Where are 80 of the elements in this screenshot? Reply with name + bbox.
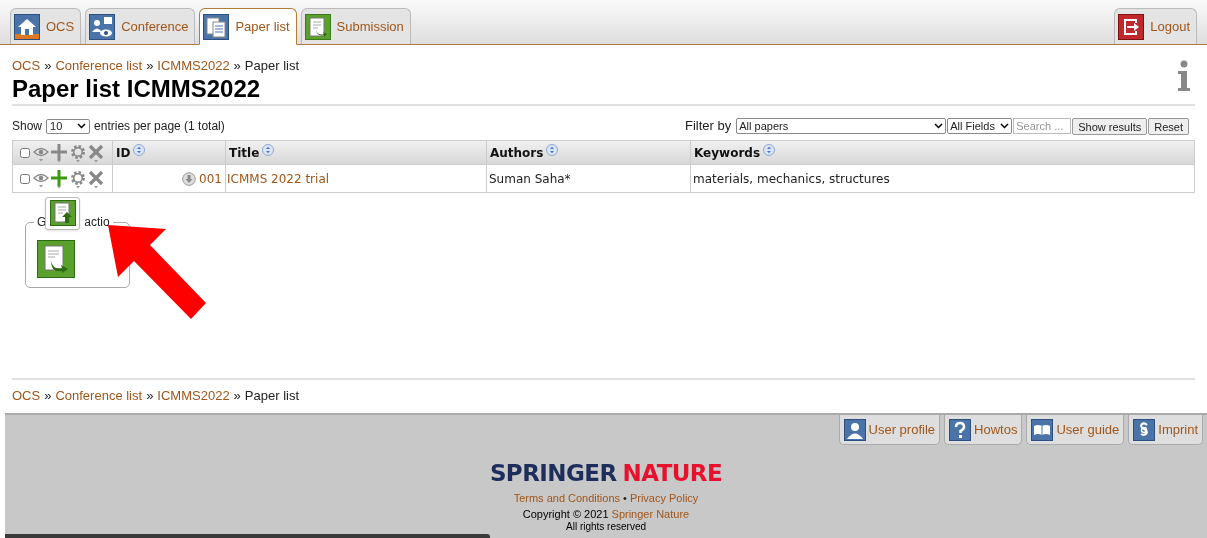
breadcrumb-link[interactable]: OCS: [12, 388, 41, 404]
sort-icon: [763, 144, 776, 156]
column-label: ID: [116, 145, 131, 162]
gear-icon: [69, 168, 87, 189]
filter-label: Filter by: [685, 117, 732, 136]
paper-filter-select[interactable]: All papers: [736, 118, 947, 134]
open-book-icon: [1031, 418, 1054, 441]
table-cell-text: Suman Saha*: [489, 170, 571, 188]
entries-label: entries per page (1 total): [94, 118, 225, 135]
breadcrumb-link[interactable]: ICMMS2022: [157, 58, 230, 74]
footer-link[interactable]: Springer Nature: [611, 507, 690, 521]
section-sign-icon: [1133, 418, 1156, 441]
brand-name: NATURE: [622, 459, 723, 487]
chevron-down-icon: [1000, 123, 1010, 129]
legend-text: G: [37, 214, 47, 230]
tab[interactable]: Paper list: [199, 8, 297, 45]
column-label: Keywords: [694, 145, 761, 162]
tab[interactable]: Conference: [85, 8, 196, 44]
table-header-cell[interactable]: Authors: [487, 141, 691, 164]
close-icon: [88, 142, 104, 163]
breadcrumb-separator: »: [233, 388, 241, 404]
breadcrumb-current: Paper list: [244, 58, 300, 74]
document-list-icon: [203, 13, 230, 40]
sort-icon: [133, 144, 146, 156]
breadcrumb-separator: »: [44, 58, 52, 74]
question-mark-icon: [949, 418, 972, 441]
column-label: Title: [229, 145, 260, 162]
breadcrumb-current: Paper list: [244, 388, 300, 404]
column-label: Authors: [490, 145, 544, 162]
footer-tab[interactable]: Howtos: [944, 415, 1023, 445]
house-icon: [14, 13, 40, 40]
breadcrumb-separator: »: [146, 388, 154, 404]
footer-link[interactable]: Terms and Conditions: [513, 491, 621, 505]
person-screen-icon: [89, 13, 116, 40]
table-header-cell[interactable]: Keywords: [691, 141, 1194, 164]
footer-link[interactable]: Privacy Policy: [629, 491, 699, 505]
copyright-text: Copyright © 2021: [522, 507, 609, 521]
page-title: Paper list ICMMS2022: [12, 75, 261, 103]
close-icon: [88, 168, 104, 189]
table-cell-text: materials, mechanics, structures: [693, 170, 890, 188]
rights-text: All rights reserved: [566, 521, 646, 533]
breadcrumb-separator: »: [146, 58, 154, 74]
field-filter-select[interactable]: All Fields: [947, 118, 1013, 134]
table-header-cell[interactable]: Title: [226, 141, 487, 164]
logout-button[interactable]: Logout: [1114, 8, 1197, 44]
legend-text: actio: [84, 214, 110, 230]
tab[interactable]: OCS: [10, 8, 82, 44]
bullet-separator: •: [623, 491, 627, 505]
brand-name: SPRINGER: [489, 459, 617, 487]
paper-title-link[interactable]: ICMMS 2022 trial: [227, 169, 330, 188]
chevron-down-icon: [934, 123, 944, 129]
breadcrumb-separator: »: [44, 388, 52, 404]
page-size-select[interactable]: 10: [46, 118, 91, 134]
user-icon: [843, 418, 866, 441]
sort-icon: [546, 144, 559, 156]
search-field[interactable]: Search ...: [1013, 118, 1072, 134]
checkbox[interactable]: [20, 173, 30, 184]
breadcrumb-link[interactable]: ICMMS2022: [157, 388, 230, 404]
gear-icon: [69, 142, 87, 163]
show-label: Show: [12, 118, 43, 135]
footer-tab[interactable]: User guide: [1026, 415, 1125, 445]
sort-icon: [262, 144, 275, 156]
filter-button[interactable]: Show results: [1072, 117, 1148, 135]
breadcrumb-separator: »: [233, 58, 241, 74]
download-icon: [182, 171, 197, 186]
breadcrumb-link[interactable]: OCS: [12, 58, 41, 74]
breadcrumb-link[interactable]: Conference list: [55, 388, 143, 404]
footer-tab[interactable]: Imprint: [1128, 415, 1203, 445]
filter-button[interactable]: Reset: [1148, 117, 1189, 135]
plus-icon: [50, 168, 68, 189]
footer-tab[interactable]: User profile: [838, 415, 941, 445]
checkbox[interactable]: [20, 147, 30, 158]
table-cell-text: 001: [199, 170, 222, 188]
exit-door-icon: [1118, 13, 1145, 40]
table-header-cell[interactable]: ID: [113, 141, 226, 164]
tab[interactable]: Submission: [300, 8, 411, 44]
info-icon: [1177, 60, 1191, 92]
chevron-down-icon: [77, 123, 87, 129]
breadcrumb-link[interactable]: Conference list: [55, 58, 143, 74]
plus-icon: [50, 142, 68, 163]
